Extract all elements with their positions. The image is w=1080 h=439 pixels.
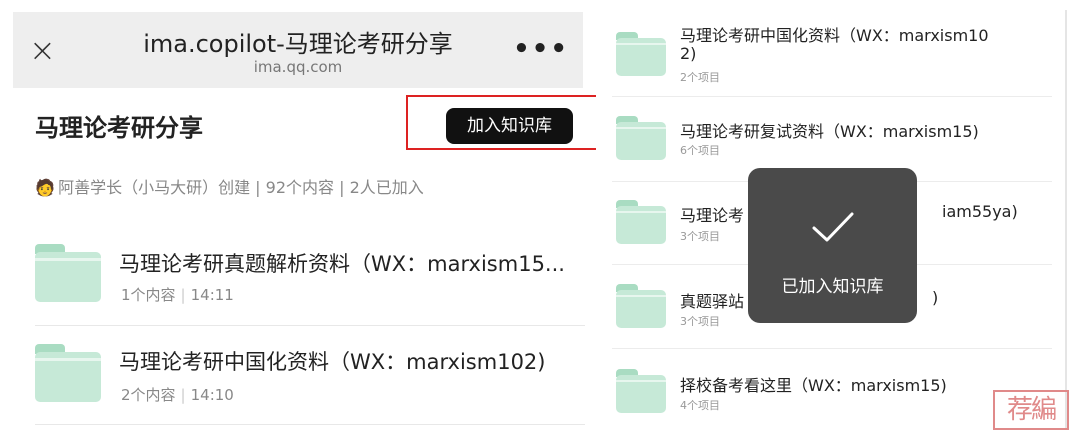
item-meta: 1个内容 | 14:11 [121,286,234,304]
folder-icon [616,32,666,76]
item-title-partial-right: iam55ya) [942,202,1018,221]
folder-icon [616,116,666,160]
item-title-partial-right: ) [932,288,939,307]
item-title-partial: 真题驿站 [680,292,745,311]
divider [35,424,585,425]
browser-top-bar: × ima.copilot-马理论考研分享 ima.qq.com ••• [13,12,583,88]
creator-avatar-icon: 🧑 [35,178,55,197]
list-item[interactable]: 马理论考研真题解析资料（WX：marxism15... 1个内容 | 14:11 [35,244,585,314]
toast-message: 已加入知识库 [781,277,884,297]
knowledge-base-title: 马理论考研分享 [35,114,203,142]
folder-icon [616,284,666,328]
item-count: 2个项目 [680,71,720,84]
join-knowledge-base-button[interactable]: 加入知识库 [446,108,573,144]
left-panel: × ima.copilot-马理论考研分享 ima.qq.com ••• 马理论… [0,0,598,439]
divider [612,348,1052,349]
item-title: 择校备考看这里（WX：marxism15) [680,376,947,395]
item-title: 马理论考研真题解析资料（WX：marxism15... [119,252,565,276]
item-count: 4个项目 [680,399,720,412]
page-url: ima.qq.com [253,58,343,76]
creator-meta-text: 阿善学长（小马大研）创建 | 92个内容 | 2人已加入 [58,178,424,197]
folder-icon [616,369,666,413]
item-count: 3个项目 [680,315,720,328]
page-title: ima.copilot-马理论考研分享 [143,30,453,58]
list-item[interactable]: 马理论考研中国化资料（WX：marxism102) 2个内容 | 14:10 [35,344,585,414]
success-toast: 已加入知识库 [748,168,917,323]
more-icon[interactable]: ••• [513,34,569,64]
item-count: 3个项目 [680,230,720,243]
list-item[interactable]: 择校备考看这里（WX：marxism15) 4个项目 [612,363,1052,423]
item-title-line1: 马理论考研中国化资料（WX：marxism10 [680,26,989,45]
list-item[interactable]: 马理论考研复试资料（WX：marxism15) 6个项目 [612,110,1052,170]
checkmark-icon [812,212,854,242]
scrollbar[interactable] [1065,10,1067,430]
item-count: 6个项目 [680,144,720,157]
item-title: 马理论考研中国化资料（WX：marxism102) [119,350,546,374]
item-title-line2: 2) [680,44,697,63]
watermark-stamp: 荐編 [993,390,1069,430]
folder-icon [35,344,101,402]
divider [35,325,585,326]
creator-meta: 🧑 阿善学长（小马大研）创建 | 92个内容 | 2人已加入 [35,174,424,198]
item-title: 马理论考研复试资料（WX：marxism15) [680,122,979,141]
item-title-partial: 马理论考 [680,206,745,225]
list-item[interactable]: 马理论考研中国化资料（WX：marxism10 2) 2个项目 [612,20,1052,90]
item-meta: 2个内容 | 14:10 [121,386,234,404]
folder-icon [35,244,101,302]
right-panel: 马理论考研中国化资料（WX：marxism10 2) 2个项目 马理论考研复试资… [596,0,1080,439]
divider [612,96,1052,97]
folder-icon [616,200,666,244]
